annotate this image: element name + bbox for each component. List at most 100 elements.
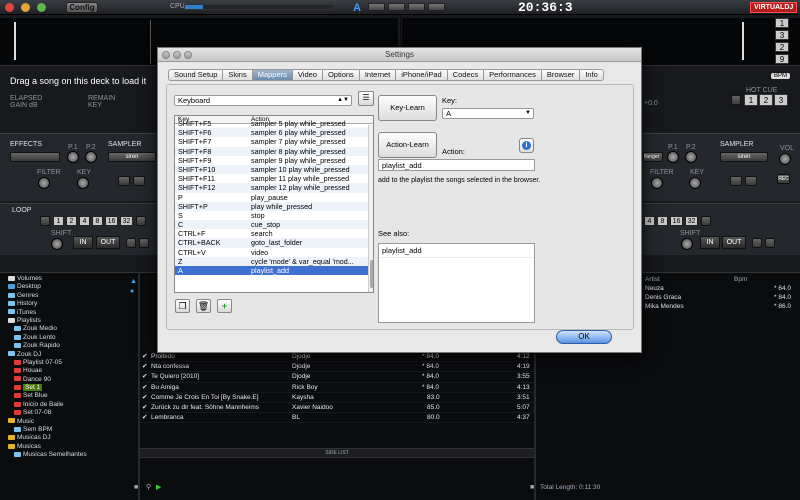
table-row[interactable]: SHIFT+F10 sampler 10 play while_pressed <box>175 164 373 175</box>
config-button[interactable]: Config <box>66 2 98 13</box>
loop-left-button[interactable] <box>126 238 136 248</box>
copy-mapping-button[interactable]: ❐ <box>175 299 190 313</box>
loop-32-button[interactable]: 32 <box>120 216 133 226</box>
key-knob[interactable] <box>77 177 89 189</box>
zoom-window-icon[interactable] <box>37 3 46 12</box>
right-loop-in-button[interactable]: IN <box>700 236 720 249</box>
table-row[interactable]: ✔ Nta confessa Djodje * 84.0 4:19 <box>142 362 534 373</box>
dialog-close-icon[interactable] <box>162 51 170 59</box>
deck-number-2[interactable]: 2 <box>775 42 789 52</box>
list-item[interactable]: playlist_add <box>379 244 534 258</box>
layout-slot-2[interactable] <box>388 3 405 11</box>
loop-in-button[interactable]: IN <box>73 236 93 249</box>
table-row[interactable]: SHIFT+F6 sampler 6 play while_pressed <box>175 128 373 138</box>
loop-16-button[interactable]: 16 <box>105 216 118 226</box>
add-mapping-button[interactable]: + <box>217 299 232 313</box>
folder-item[interactable]: Zouk Medio <box>0 325 138 333</box>
effect-p2-knob[interactable] <box>85 151 97 163</box>
tab-internet[interactable]: Internet <box>359 69 397 81</box>
right-sampler-select[interactable]: siren <box>720 152 768 162</box>
table-row[interactable]: Sstop <box>175 211 373 220</box>
side-list-toggle[interactable]: SIDE LIST <box>140 448 534 458</box>
folder-item[interactable]: iTunes <box>0 309 138 317</box>
tab-mappers[interactable]: Mappers <box>252 69 293 81</box>
tab-info[interactable]: Info <box>580 69 604 81</box>
list-item[interactable]: Mika Mendes * 86.0 <box>642 302 800 311</box>
table-row[interactable]: ✔ Zurück zu dir feat. Söhne Mannheims Xavi… <box>142 403 534 414</box>
layout-slot-3[interactable] <box>408 3 425 11</box>
loop-double-button[interactable] <box>136 216 146 226</box>
shift-knob[interactable] <box>51 238 63 250</box>
ok-button[interactable]: OK <box>556 330 612 344</box>
bpm-button[interactable]: BPM <box>771 73 791 79</box>
tab-sound-setup[interactable]: Sound Setup <box>168 69 224 81</box>
right-loop-32-button[interactable]: 32 <box>685 216 698 226</box>
right-loop-double-button[interactable] <box>701 216 711 226</box>
loop-out-button[interactable]: OUT <box>96 236 120 249</box>
folder-item[interactable]: Dance 90 <box>0 376 138 384</box>
loop-4-button[interactable]: 4 <box>79 216 90 226</box>
automix-icon[interactable]: A <box>353 2 361 14</box>
effect-p1-knob[interactable] <box>67 151 79 163</box>
folder-item[interactable]: Zouk DJ <box>0 351 138 359</box>
list-item[interactable]: Neuza * 64.0 <box>642 284 800 293</box>
table-row[interactable]: SHIFT+F5 sampler 5 play while_pressed <box>175 119 373 128</box>
folder-item[interactable]: Inicio de Baile <box>0 401 138 409</box>
folder-item[interactable]: Sem BPM <box>0 426 138 434</box>
table-row[interactable]: Ccue_stop <box>175 220 373 230</box>
right-loop-out-button[interactable]: OUT <box>722 236 746 249</box>
right-effect-p1-knob[interactable] <box>667 151 679 163</box>
tab-iphone-ipad[interactable]: iPhone/iPad <box>396 69 448 81</box>
tab-video[interactable]: Video <box>292 69 323 81</box>
dialog-zoom-icon[interactable] <box>184 51 192 59</box>
folder-item[interactable]: Volumes <box>0 275 138 283</box>
folder-item-selected[interactable]: Set 1 <box>0 384 138 392</box>
folder-item[interactable]: Musicas <box>0 443 138 451</box>
table-row[interactable]: ✔ Proibido Djodje * 84.0 4:12 <box>142 352 534 363</box>
folder-item[interactable]: Set 07-08 <box>0 409 138 417</box>
tab-performances[interactable]: Performances <box>484 69 542 81</box>
table-row[interactable]: ✔ Te Quiero [2010] Djodje * 84.0 3:55 <box>142 372 534 383</box>
folder-item[interactable]: Musicas DJ <box>0 434 138 442</box>
folder-item[interactable]: Playlists <box>0 317 138 325</box>
folder-item[interactable]: Playlist 07-05 <box>0 359 138 367</box>
loop-half-button[interactable] <box>40 216 50 226</box>
tab-options[interactable]: Options <box>322 69 360 81</box>
right-loop-8-button[interactable]: 8 <box>657 216 668 226</box>
close-window-icon[interactable] <box>5 3 14 12</box>
table-row[interactable]: ✔ Bu Amiga Rick Boy * 84.0 4:13 <box>142 383 534 393</box>
hotcue-2-button[interactable]: 2 <box>759 94 773 106</box>
mapper-options-button[interactable]: ☰ <box>358 91 374 106</box>
panel-lock-icon[interactable]: ■ <box>530 484 534 491</box>
folder-item[interactable]: Music <box>0 418 138 426</box>
delete-mapping-button[interactable]: 🗑 <box>196 299 211 313</box>
right-sampler-volume-knob[interactable] <box>779 153 791 165</box>
deck-number-9[interactable]: 9 <box>775 54 789 64</box>
folder-item[interactable]: Zouk Rapido <box>0 342 138 350</box>
folder-item[interactable]: Musicas Semelhantes <box>0 451 138 459</box>
folder-item[interactable]: Desktop <box>0 283 138 291</box>
table-row[interactable]: CTRL+F search <box>175 229 373 238</box>
folder-item[interactable]: Set Blue <box>0 392 138 400</box>
key-select[interactable]: A ▼ <box>442 108 534 119</box>
mapping-scrollbar[interactable] <box>368 125 373 292</box>
folder-item[interactable]: Zouk Lento <box>0 334 138 342</box>
right-loop-left-button[interactable] <box>752 238 762 248</box>
info-button[interactable]: i <box>519 138 534 153</box>
device-select[interactable]: Keyboard ▲▼ <box>174 95 352 106</box>
table-row[interactable]: CTRL+BACK goto_last_folder <box>175 238 373 248</box>
hotcue-delete-button[interactable] <box>731 95 741 105</box>
right-sampler-prev-button[interactable] <box>730 176 742 186</box>
action-field[interactable]: playlist_add <box>378 159 535 171</box>
table-row[interactable]: CTRL+V video <box>175 248 373 257</box>
tab-skins[interactable]: Skins <box>223 69 253 81</box>
loop-8-button[interactable]: 8 <box>92 216 103 226</box>
hotcue-1-button[interactable]: 1 <box>744 94 758 106</box>
lock-icon[interactable]: ■ <box>134 484 138 491</box>
folder-item[interactable]: History <box>0 300 138 308</box>
right-effect-select[interactable]: flanger <box>643 152 663 162</box>
minimize-window-icon[interactable] <box>21 3 30 12</box>
loop-right-button[interactable] <box>139 238 149 248</box>
right-loop-4-button[interactable]: 4 <box>644 216 655 226</box>
right-loop-16-button[interactable]: 16 <box>670 216 683 226</box>
